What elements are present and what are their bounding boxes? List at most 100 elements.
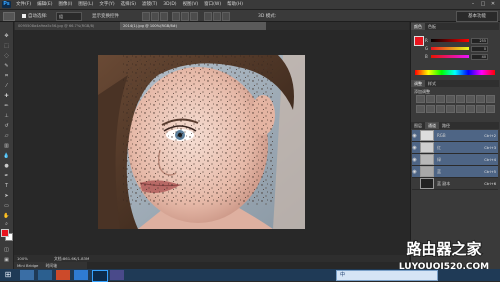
color-balance-icon[interactable] bbox=[476, 95, 485, 103]
posterize-icon[interactable] bbox=[456, 105, 465, 113]
menu-help[interactable]: 帮助(H) bbox=[227, 1, 243, 8]
color-tab[interactable]: 颜色 bbox=[411, 23, 425, 30]
ime-language[interactable]: 中 bbox=[340, 271, 345, 280]
align-top-icon[interactable] bbox=[142, 12, 150, 21]
align-right-icon[interactable] bbox=[190, 12, 198, 21]
eraser-tool-icon[interactable]: ▱ bbox=[2, 132, 11, 139]
threshold-icon[interactable] bbox=[466, 105, 475, 113]
channel-row-blue-copy[interactable]: 蓝 副本 Ctrl+6 bbox=[412, 178, 498, 190]
blue-slider[interactable] bbox=[431, 55, 469, 58]
auto-select-checkbox[interactable] bbox=[22, 14, 26, 18]
green-slider[interactable] bbox=[431, 47, 469, 50]
invert-icon[interactable] bbox=[446, 105, 455, 113]
align-center-icon[interactable] bbox=[181, 12, 189, 21]
photo-filter-icon[interactable] bbox=[416, 105, 425, 113]
layers-tab[interactable]: 图层 bbox=[411, 122, 425, 129]
hue-saturation-icon[interactable] bbox=[466, 95, 475, 103]
adjustments-tab[interactable]: 调整 bbox=[411, 80, 425, 87]
visibility-eye-icon[interactable]: ◉ bbox=[412, 145, 417, 151]
selective-color-icon[interactable] bbox=[486, 105, 495, 113]
quick-mask-icon[interactable]: ◫ bbox=[2, 246, 11, 253]
maximize-button[interactable]: □ bbox=[479, 1, 487, 8]
black-white-icon[interactable] bbox=[486, 95, 495, 103]
blue-value[interactable]: 40 bbox=[471, 53, 488, 60]
channel-mixer-icon[interactable] bbox=[426, 105, 435, 113]
menu-view[interactable]: 视图(V) bbox=[183, 1, 199, 8]
app-icon-3[interactable] bbox=[110, 270, 124, 280]
minimize-button[interactable]: – bbox=[469, 1, 477, 8]
distribute-middle-icon[interactable] bbox=[213, 12, 221, 21]
start-button-icon[interactable]: ⊞ bbox=[3, 270, 13, 280]
menu-image[interactable]: 图像(I) bbox=[58, 1, 72, 8]
visibility-eye-icon[interactable]: ◉ bbox=[412, 169, 417, 175]
auto-select-dropdown[interactable]: 组 bbox=[56, 12, 82, 21]
portrait-photo[interactable] bbox=[98, 55, 305, 229]
zoom-level[interactable]: 100% bbox=[17, 255, 28, 262]
explorer-icon[interactable] bbox=[20, 270, 34, 280]
crop-tool-icon[interactable]: ⌗ bbox=[2, 72, 11, 79]
ie-icon[interactable] bbox=[38, 270, 52, 280]
channels-tab[interactable]: 通道 bbox=[425, 122, 439, 129]
screen-mode-icon[interactable]: ▣ bbox=[2, 256, 11, 263]
document-tab-2[interactable]: 2014(1).jpg @ 100%(RGB/8#) bbox=[120, 22, 266, 30]
eyedropper-tool-icon[interactable]: ⁄ bbox=[2, 82, 11, 89]
menu-filter[interactable]: 滤镜(T) bbox=[142, 1, 157, 8]
app-icon-1[interactable] bbox=[56, 270, 70, 280]
green-value[interactable]: 0 bbox=[471, 45, 488, 52]
curves-icon[interactable] bbox=[436, 95, 445, 103]
channel-row-blue[interactable]: ◉ 蓝 Ctrl+5 bbox=[412, 166, 498, 178]
pen-tool-icon[interactable]: ✒ bbox=[2, 172, 11, 179]
path-select-tool-icon[interactable]: ➤ bbox=[2, 192, 11, 199]
menu-3d[interactable]: 3D(D) bbox=[163, 1, 176, 8]
move-tool-icon[interactable]: ✥ bbox=[2, 32, 11, 39]
channel-row-red[interactable]: ◉ 红 Ctrl+3 bbox=[412, 142, 498, 154]
blue-slider-row[interactable]: B 40 bbox=[425, 53, 488, 60]
color-spectrum-bar[interactable] bbox=[415, 70, 495, 75]
gradient-tool-icon[interactable]: ▥ bbox=[2, 142, 11, 149]
menu-edit[interactable]: 编辑(E) bbox=[37, 1, 52, 8]
menu-layer[interactable]: 图层(L) bbox=[78, 1, 93, 8]
distribute-top-icon[interactable] bbox=[204, 12, 212, 21]
foreground-color-swatch[interactable] bbox=[1, 229, 9, 237]
brightness-icon[interactable] bbox=[416, 95, 425, 103]
mini-bridge-panel-tab[interactable]: Mini Bridge 时间轴 bbox=[14, 262, 87, 269]
hand-tool-icon[interactable]: ✋ bbox=[2, 212, 11, 219]
close-button[interactable]: ✕ bbox=[489, 1, 497, 8]
show-transform-label[interactable]: 显示变换控件 bbox=[92, 13, 119, 19]
clone-stamp-tool-icon[interactable]: ⊥ bbox=[2, 112, 11, 119]
system-tray[interactable]: 中 bbox=[336, 270, 438, 281]
visibility-eye-icon[interactable]: ◉ bbox=[412, 157, 417, 163]
swatches-tab[interactable]: 色板 bbox=[425, 23, 439, 30]
align-left-icon[interactable] bbox=[172, 12, 180, 21]
visibility-eye-icon[interactable]: ◉ bbox=[412, 133, 417, 139]
paths-tab[interactable]: 路径 bbox=[439, 122, 453, 129]
menu-select[interactable]: 选择(S) bbox=[121, 1, 136, 8]
menu-type[interactable]: 文字(Y) bbox=[99, 1, 114, 8]
healing-brush-tool-icon[interactable]: ✚ bbox=[2, 92, 11, 99]
align-middle-icon[interactable] bbox=[151, 12, 159, 21]
red-slider[interactable] bbox=[431, 39, 469, 42]
exposure-icon[interactable] bbox=[446, 95, 455, 103]
workspace-dropdown[interactable]: 基本功能 bbox=[456, 11, 498, 22]
green-slider-row[interactable]: G 0 bbox=[425, 45, 488, 52]
align-bottom-icon[interactable] bbox=[160, 12, 168, 21]
levels-icon[interactable] bbox=[426, 95, 435, 103]
dodge-tool-icon[interactable]: ● bbox=[2, 162, 11, 169]
distribute-bottom-icon[interactable] bbox=[222, 12, 230, 21]
gradient-map-icon[interactable] bbox=[476, 105, 485, 113]
quick-select-tool-icon[interactable]: ✎ bbox=[2, 62, 11, 69]
type-tool-icon[interactable]: T bbox=[2, 182, 11, 189]
marquee-tool-icon[interactable]: ⬚ bbox=[2, 42, 11, 49]
menu-file[interactable]: 文件(F) bbox=[16, 1, 31, 8]
lasso-tool-icon[interactable]: ◌ bbox=[2, 52, 11, 59]
zoom-tool-icon[interactable]: ⌕ bbox=[2, 220, 11, 227]
color-foreground-swatch[interactable] bbox=[414, 36, 424, 46]
brush-tool-icon[interactable]: ✏ bbox=[2, 102, 11, 109]
color-lookup-icon[interactable] bbox=[436, 105, 445, 113]
red-value[interactable]: 255 bbox=[471, 37, 488, 44]
menu-window[interactable]: 窗口(W) bbox=[204, 1, 221, 8]
move-tool-preset-icon[interactable] bbox=[3, 12, 15, 21]
channel-row-green[interactable]: ◉ 绿 Ctrl+4 bbox=[412, 154, 498, 166]
red-slider-row[interactable]: R 255 bbox=[425, 37, 488, 44]
document-tab-1[interactable]: 0095508a4a9ea5c56.jpg @ 66.7%(RGB/8) bbox=[15, 22, 121, 30]
